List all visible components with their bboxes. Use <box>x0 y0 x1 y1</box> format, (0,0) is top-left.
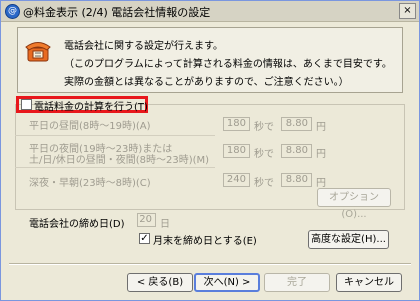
rate-daytime-seconds[interactable]: 180 <box>223 117 250 131</box>
rate-night-label-2: 土/日/休日の昼間・夜間(8時～23時)(M) <box>29 155 210 166</box>
seconds-unit: 秒で <box>254 178 274 189</box>
window-title: @料金表示 (2/4) 電話会社情報の設定 <box>23 6 211 19</box>
back-button[interactable]: < 戻る(B) <box>127 273 193 292</box>
telephone-icon <box>25 42 51 62</box>
month-end-checkbox[interactable]: ✓ <box>139 233 150 244</box>
rate-daytime-label: 平日の昼間(8時～19時)(A) <box>29 121 151 132</box>
rate-daytime-yen[interactable]: 8.80 <box>281 117 312 131</box>
closing-day-label: 電話会社の締め日(D) <box>29 219 125 230</box>
info-line-1: 電話会社に関する設定が行えます。 <box>64 41 223 52</box>
info-panel: 電話会社に関する設定が行えます。 （このプログラムによって計算される料金の情報は… <box>17 27 403 93</box>
seconds-unit: 秒で <box>254 149 274 160</box>
info-line-3: 実際の金額とは異なることがありますので、ご注意ください。） <box>64 77 349 88</box>
month-end-label[interactable]: 月末を締め日とする(E) <box>153 232 257 247</box>
rate-night-seconds[interactable]: 180 <box>223 144 250 158</box>
rate-latenight-seconds[interactable]: 240 <box>223 173 250 187</box>
title-bar: @ @料金表示 (2/4) 電話会社情報の設定 × <box>1 1 419 22</box>
yen-unit: 円 <box>316 122 326 133</box>
closing-day-input[interactable]: 20 <box>137 213 156 227</box>
row-divider <box>15 135 215 136</box>
rate-latenight-label: 深夜・早朝(23時～8時)(C) <box>29 178 151 189</box>
yen-unit: 円 <box>316 149 326 160</box>
yen-unit: 円 <box>316 178 326 189</box>
rate-night-yen[interactable]: 8.80 <box>281 144 312 158</box>
options-button[interactable]: オプション(O)... <box>317 188 391 220</box>
day-unit: 日 <box>160 219 170 230</box>
calc-checkbox[interactable] <box>21 99 32 110</box>
footer-divider <box>9 263 411 265</box>
finish-button[interactable]: 完了 <box>264 273 330 292</box>
calc-checkbox-label[interactable]: 電話料金の計算を行う(T) <box>34 98 148 113</box>
rate-latenight-yen[interactable]: 8.80 <box>281 173 312 187</box>
info-line-2: （このプログラムによって計算される料金の情報は、あくまで目安です。 <box>64 59 392 70</box>
dialog-window: @ @料金表示 (2/4) 電話会社情報の設定 × 電話会社に関する設定が行えま… <box>0 0 420 301</box>
row-divider <box>15 167 215 168</box>
cancel-button[interactable]: キャンセル <box>336 273 402 292</box>
next-button[interactable]: 次へ(N) > <box>194 273 260 292</box>
seconds-unit: 秒で <box>254 122 274 133</box>
advanced-settings-button[interactable]: 高度な設定(H)... <box>308 230 389 249</box>
app-icon: @ <box>5 4 20 19</box>
close-button[interactable]: × <box>399 3 416 19</box>
